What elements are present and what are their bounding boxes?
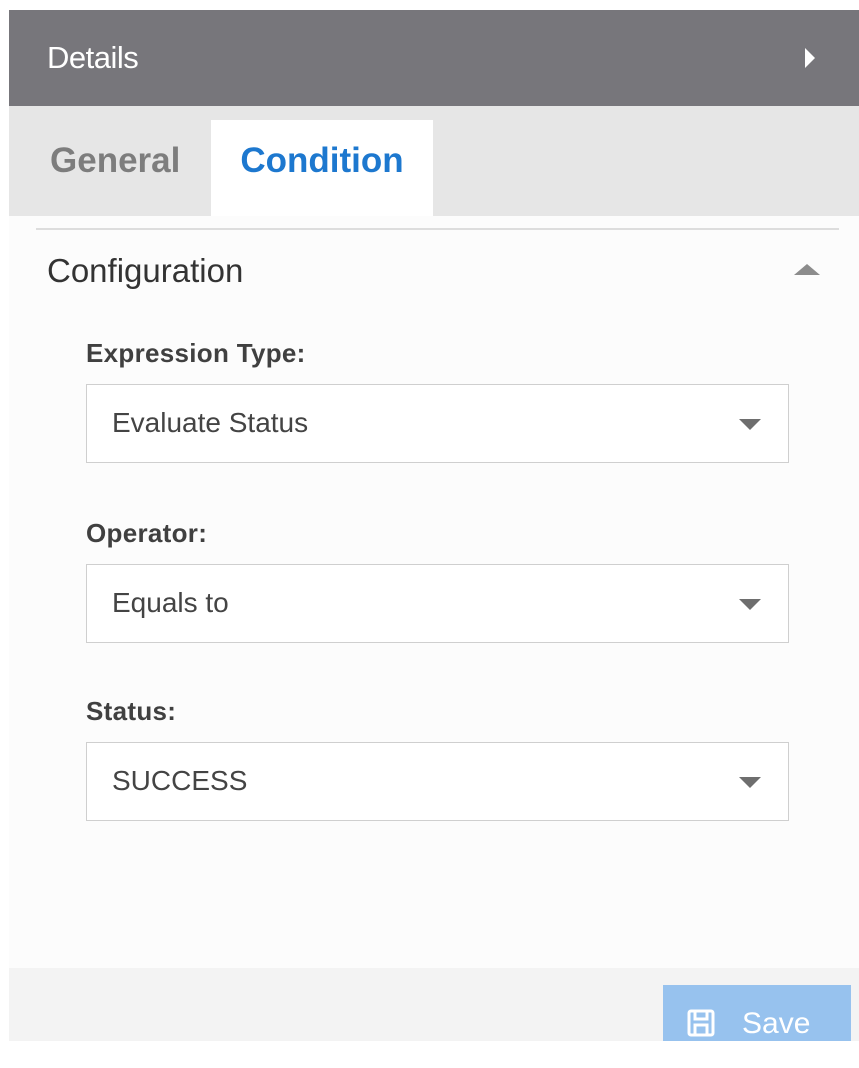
bottom-strip: [0, 1041, 859, 1068]
operator-select[interactable]: Equals to: [86, 564, 789, 643]
tab-general[interactable]: General: [37, 120, 207, 216]
expression-type-label: Expression Type:: [86, 338, 306, 368]
section-divider: [36, 228, 839, 230]
tab-bar: General Condition: [9, 106, 859, 216]
save-icon: [687, 1009, 715, 1037]
condition-content: Configuration Expression Type: Evaluate …: [9, 216, 859, 968]
expression-type-select[interactable]: Evaluate Status: [86, 384, 789, 463]
tab-condition[interactable]: Condition: [211, 120, 433, 216]
caret-down-icon: [739, 419, 761, 430]
status-value: SUCCESS: [112, 765, 248, 796]
caret-down-icon: [739, 599, 761, 610]
panel-footer: Save: [9, 968, 859, 1065]
status-select[interactable]: SUCCESS: [86, 742, 789, 821]
caret-down-icon: [739, 777, 761, 788]
chevron-up-icon[interactable]: [794, 264, 820, 275]
operator-value: Equals to: [112, 587, 229, 618]
chevron-right-icon[interactable]: [805, 48, 815, 68]
details-header: Details: [9, 10, 859, 106]
details-title: Details: [47, 40, 139, 75]
status-label: Status:: [86, 696, 177, 726]
configuration-section-title[interactable]: Configuration: [47, 252, 243, 290]
save-label: Save: [742, 1007, 811, 1040]
details-panel: Details General Condition Configuration …: [0, 0, 859, 1068]
operator-label: Operator:: [86, 518, 208, 548]
expression-type-value: Evaluate Status: [112, 407, 309, 438]
